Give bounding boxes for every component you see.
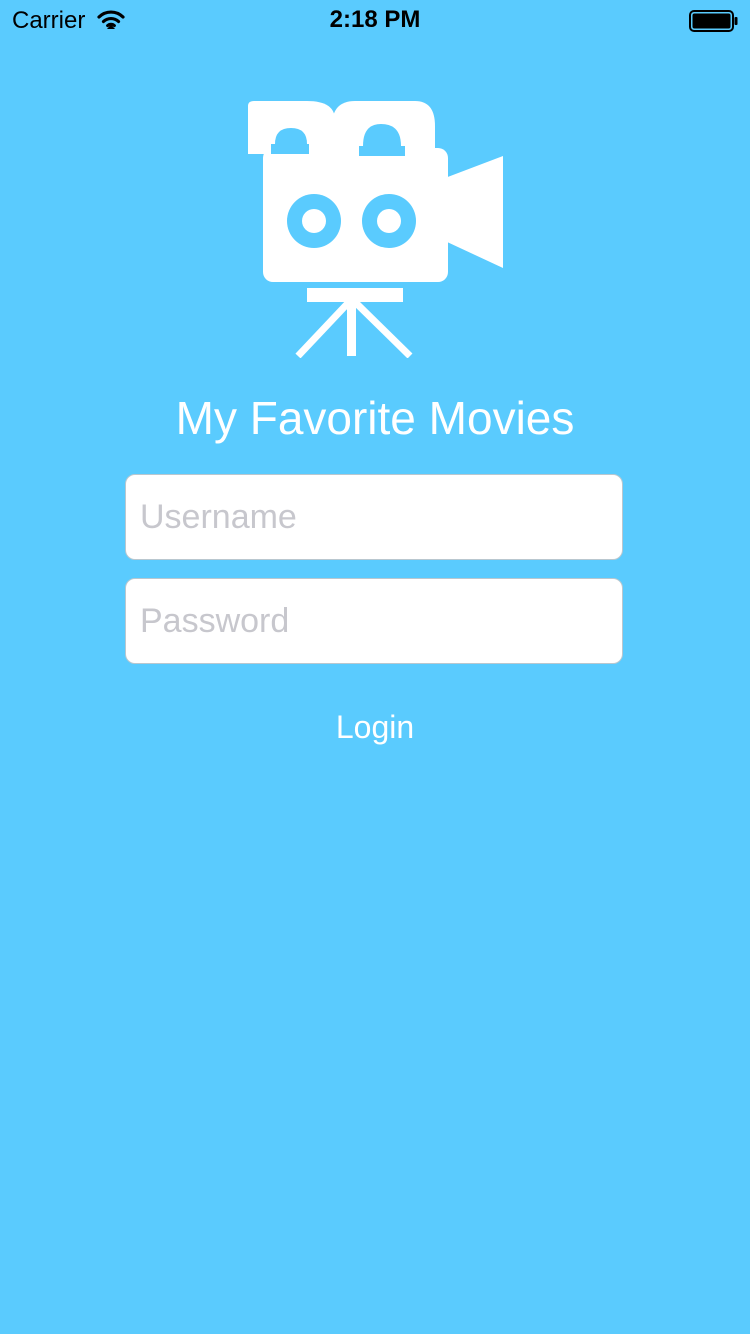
status-bar: Carrier 2:18 PM xyxy=(0,0,750,40)
password-input[interactable] xyxy=(125,578,623,664)
login-button[interactable]: Login xyxy=(275,700,475,754)
status-time: 2:18 PM xyxy=(329,6,421,33)
movie-camera-icon xyxy=(248,101,503,358)
username-input[interactable] xyxy=(125,474,623,560)
app-title: My Favorite Movies xyxy=(175,392,575,444)
battery-icon xyxy=(689,10,738,32)
